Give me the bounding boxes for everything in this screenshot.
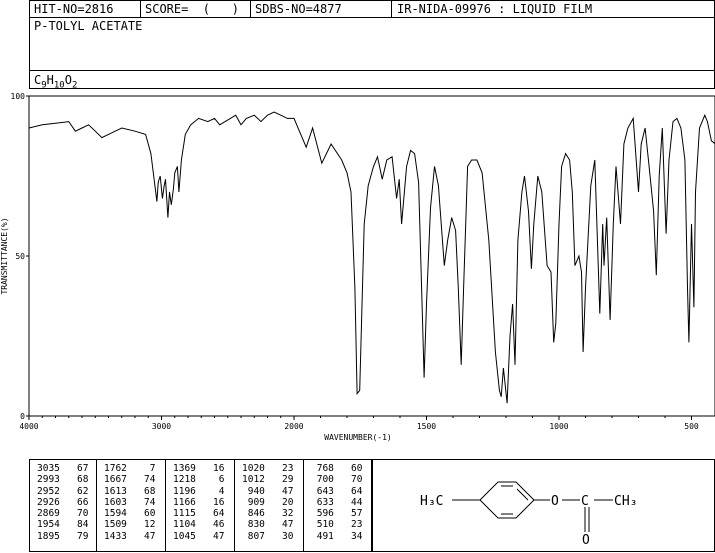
peak-table-row: 1166 16 (173, 496, 225, 508)
peak-table-row: 510 23 (311, 519, 363, 531)
peak-table-row: 909 20 (242, 496, 294, 508)
peak-table-row: 807 30 (242, 530, 294, 542)
peak-table-row: 1954 84 (37, 519, 89, 531)
peak-table-row: 830 47 (242, 519, 294, 531)
peak-table-row: 3035 67 (37, 463, 89, 474)
peak-table-column: 1762 7 1667 74 1613 68 1603 74 1594 60 1509 1… (104, 463, 155, 542)
peak-table-row: 700 70 (311, 474, 363, 486)
peak-table-row: 633 44 (311, 496, 363, 508)
peak-table-row: 1594 60 (104, 508, 156, 520)
x-axis-label: WAVENUMBER(-1) (324, 433, 391, 442)
peak-table-column: 1020 23 1012 29 940 47 909 20 846 32 830 … (242, 463, 293, 542)
peak-table-row: 1895 79 (37, 530, 89, 542)
peak-table-row: 1667 74 (104, 474, 156, 486)
peak-table-sep-1 (96, 459, 97, 552)
ester-oxygen-label: O (551, 494, 559, 509)
peak-table-sep-3 (234, 459, 235, 552)
peak-table-row: 1613 68 (104, 485, 156, 497)
peak-table-row: 643 64 (311, 485, 363, 497)
peak-table-row: 1218 6 (173, 474, 225, 486)
peak-table-row: 1603 74 (104, 496, 156, 508)
peak-table-row: 1115 64 (173, 508, 225, 520)
peak-table-column: 3035 67 2993 68 2952 62 2926 66 2869 70 1954 … (37, 463, 88, 542)
peak-table-row: 846 32 (242, 508, 294, 520)
peak-table-row: 596 57 (311, 508, 363, 520)
peak-table-row: 2993 68 (37, 474, 89, 486)
x-tick-label: 1500 (417, 422, 436, 431)
y-axis-label: TRANSMITTANCE(%) (0, 217, 9, 294)
peak-table-row: 2926 66 (37, 496, 89, 508)
peak-table-row: 1509 12 (104, 519, 156, 531)
peak-table-row: 2952 62 (37, 485, 89, 497)
peak-table-row: 1762 7 (104, 463, 156, 474)
carbonyl-carbon-label: C (581, 494, 589, 509)
x-tick-label: 4000 (19, 422, 38, 431)
peak-table-sep-2 (165, 459, 166, 552)
peak-table-column: 768 60 700 70 643 64 633 44 596 57 510 2… (311, 463, 363, 542)
peak-table-row: 768 60 (311, 463, 363, 474)
peak-table-row: 1045 47 (173, 530, 225, 542)
molecular-structure: H₃C O C CH₃ O (420, 481, 637, 548)
peak-table-column: 1369 16 1218 6 1196 4 1166 16 1115 64 1104 46… (173, 463, 224, 542)
peak-table-row: 1020 23 (242, 463, 294, 474)
peak-table-row: 1104 46 (173, 519, 225, 531)
peak-table-row: 491 34 (311, 530, 363, 542)
x-ticks: 4000 3000 2000 1500 1000 500 (19, 416, 699, 431)
y-tick-label: 0 (20, 412, 25, 421)
peak-table-row: 940 47 (242, 485, 294, 497)
methyl-label-left: H₃C (420, 494, 443, 509)
y-ticks: 0 50 100 (11, 92, 29, 421)
peak-table-sep-4 (303, 459, 304, 552)
y-tick-label: 100 (11, 92, 26, 101)
x-tick-label: 2000 (284, 422, 303, 431)
peak-table-row: 2869 70 (37, 508, 89, 520)
peak-table-row: 1433 47 (104, 530, 156, 542)
spectrum-line (28, 111, 715, 404)
benzene-ring (479, 481, 535, 519)
x-tick-label: 3000 (152, 422, 171, 431)
y-tick-label: 50 (15, 252, 25, 261)
peak-table-row: 1012 29 (242, 474, 294, 486)
ir-spectrum-chart: 0 50 100 4000 3000 2000 1500 1000 500 WAVENUMBE… (0, 92, 715, 442)
peak-table-row: 1196 4 (173, 485, 225, 497)
x-tick-label: 500 (684, 422, 699, 431)
peak-table-row: 1369 16 (173, 463, 225, 474)
carbonyl-oxygen-label: O (582, 533, 590, 548)
methyl-label-right: CH₃ (614, 494, 637, 509)
x-tick-label: 1000 (549, 422, 568, 431)
